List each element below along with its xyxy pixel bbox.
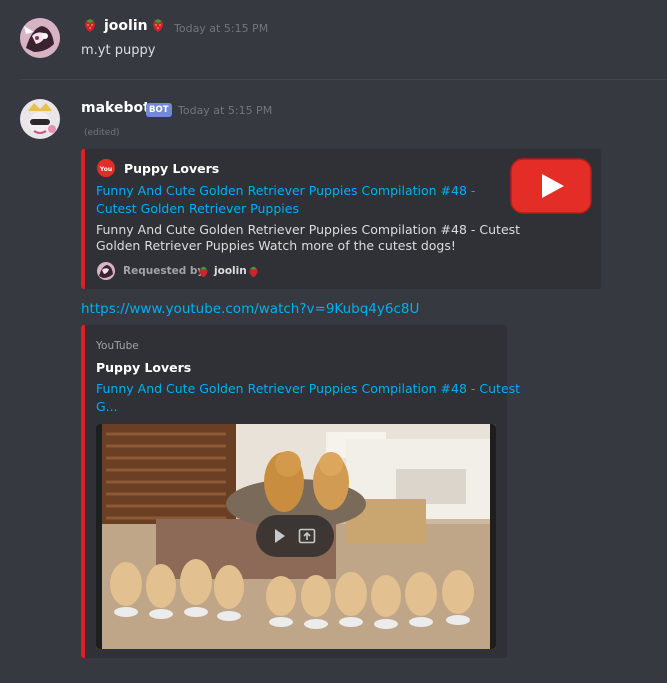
youtube-embed: YouTube Puppy Lovers Funny And Cute Gold… xyxy=(81,325,520,658)
avatar[interactable] xyxy=(20,99,60,139)
embed-description-line1: Funny And Cute Golden Retriever Puppies … xyxy=(96,222,521,237)
username[interactable]: makebot xyxy=(81,100,150,116)
embed-title-line1[interactable]: Funny And Cute Golden Retriever Puppies … xyxy=(96,380,520,398)
youtube-link[interactable]: https://www.youtube.com/watch?v=9Kubq4y6… xyxy=(81,301,419,317)
footer-username[interactable]: joolin xyxy=(214,265,247,277)
strawberry-icon xyxy=(247,263,260,282)
svg-text:You: You xyxy=(99,166,112,173)
strawberry-icon xyxy=(197,263,210,282)
play-icon[interactable] xyxy=(274,528,286,548)
embed-description-line2: Golden Retriever Puppies Watch more of t… xyxy=(96,238,456,253)
embed-author[interactable]: Puppy Lovers xyxy=(96,360,191,375)
footer-requested-by: Requested by xyxy=(123,265,205,277)
rich-embed: You Puppy Lovers Funny And Cute Golden R… xyxy=(81,149,601,289)
timestamp: Today at 5:15 PM xyxy=(178,104,273,117)
embed-title-line2[interactable]: Cutest Golden Retriever Puppies xyxy=(96,200,299,218)
embed-thumbnail[interactable] xyxy=(510,158,592,214)
footer-avatar xyxy=(97,262,115,280)
embed-provider[interactable]: YouTube xyxy=(96,340,139,352)
popout-icon[interactable] xyxy=(298,527,316,549)
edited-label: (edited) xyxy=(84,128,120,138)
video-controls xyxy=(256,515,334,557)
embed-title-line1[interactable]: Funny And Cute Golden Retriever Puppies … xyxy=(96,182,475,200)
message-makebot: makebot BOT Today at 5:15 PM (edited) Yo… xyxy=(0,0,667,683)
embed-title-line2[interactable]: G... xyxy=(96,398,118,416)
bot-badge: BOT xyxy=(146,103,172,117)
embed-author[interactable]: Puppy Lovers xyxy=(124,161,219,176)
video-thumbnail[interactable] xyxy=(96,424,496,649)
youtube-icon: You xyxy=(97,159,115,181)
